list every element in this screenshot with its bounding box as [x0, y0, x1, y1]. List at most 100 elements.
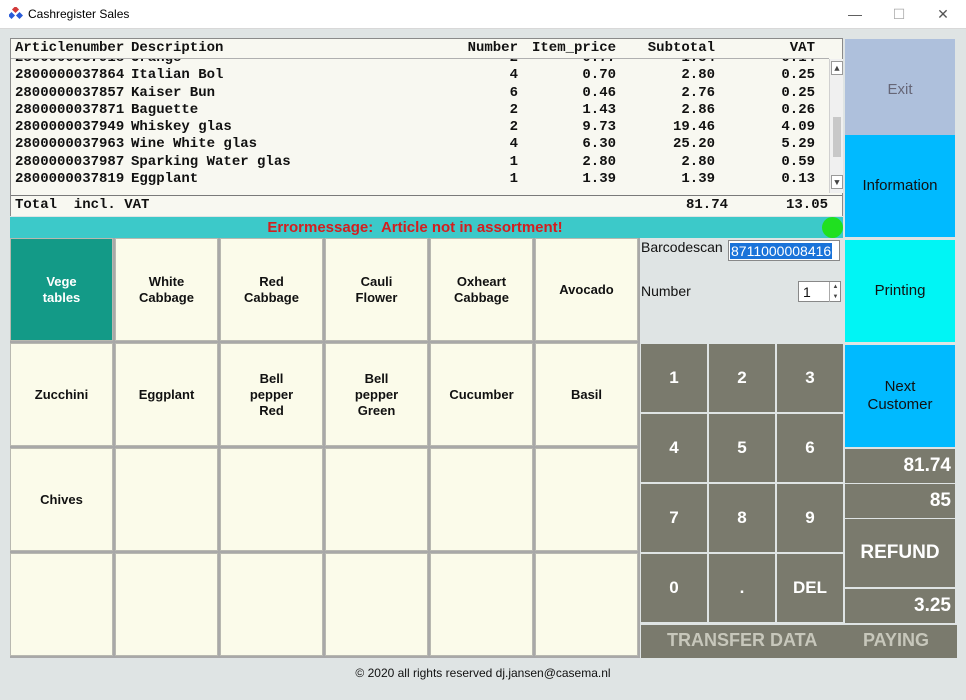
product-button[interactable]: Zucchini: [10, 343, 113, 446]
total-vat: 13.05: [785, 197, 828, 213]
receipt-cell-vat: 0.26: [781, 101, 815, 118]
receipt-row[interactable]: 2800000037918 Orange 2 0.77 1.54 0.14: [11, 59, 829, 66]
stepper-up-icon[interactable]: ▲: [829, 282, 841, 292]
product-button[interactable]: [220, 553, 323, 656]
window-title: Cashregister Sales: [28, 7, 130, 21]
product-button[interactable]: Cauli Flower: [325, 238, 428, 341]
error-bar: Errormessage: Article not in assortment!: [10, 217, 843, 238]
header-description: Description: [131, 40, 224, 56]
product-grid: Vege tables White Cabbage Red Cabbage Cauli…: [10, 238, 640, 658]
receipt-cell-number: 1: [509, 153, 518, 170]
number-label: Number: [641, 283, 691, 299]
product-button[interactable]: Eggplant: [115, 343, 218, 446]
receipt-scrollbar[interactable]: ▲ ▼: [829, 59, 843, 193]
product-button[interactable]: [535, 448, 638, 551]
product-button[interactable]: Oxheart Cabbage: [430, 238, 533, 341]
keypad-key[interactable]: 2: [709, 344, 775, 412]
receipt-cell-vat: 0.25: [781, 84, 815, 101]
product-button[interactable]: Avocado: [535, 238, 638, 341]
receipt-row[interactable]: 2800000037857 Kaiser Bun 6 0.46 2.76 0.25: [11, 84, 829, 101]
keypad-key[interactable]: 5: [709, 414, 775, 482]
keypad-key[interactable]: 0: [641, 554, 707, 622]
product-button[interactable]: [10, 553, 113, 656]
receipt-cell-number: 1: [509, 171, 518, 188]
receipt-row[interactable]: 2800000037819 Eggplant 1 1.39 1.39 0.13: [11, 170, 829, 187]
product-button[interactable]: Basil: [535, 343, 638, 446]
receipt-cell-description: Baguette: [131, 101, 199, 118]
receipt-cell-article: 2800000037871: [15, 101, 125, 118]
keypad-key[interactable]: 8: [709, 484, 775, 552]
keypad-key[interactable]: 4: [641, 414, 707, 482]
receipt-cell-vat: 0.13: [781, 171, 815, 188]
product-button[interactable]: Red Cabbage: [220, 238, 323, 341]
receipt-row[interactable]: 2800000037963 Wine White glas 4 6.30 25.20 5.…: [11, 135, 829, 152]
product-button[interactable]: [430, 553, 533, 656]
transfer-data-button[interactable]: TRANSFER DATA: [667, 630, 817, 651]
product-button[interactable]: Vege tables: [10, 238, 113, 341]
keypad-key[interactable]: DEL: [777, 554, 843, 622]
product-button[interactable]: Bell pepper Red: [220, 343, 323, 446]
receipt-cell-price: 1.43: [582, 101, 616, 118]
receipt-cell-number: 4: [509, 67, 518, 84]
product-button[interactable]: [325, 448, 428, 551]
receipt-cell-number: 4: [509, 136, 518, 153]
scroll-thumb[interactable]: [833, 117, 841, 157]
receipt-row[interactable]: 2800000037987 Sparking Water glas 1 2.80 2.8…: [11, 153, 829, 170]
product-button[interactable]: [115, 553, 218, 656]
receipt-cell-description: Sparking Water glas: [131, 153, 291, 170]
information-button[interactable]: Information: [845, 135, 955, 237]
receipt-cell-description: Italian Bol: [131, 67, 224, 84]
product-button[interactable]: Bell pepper Green: [325, 343, 428, 446]
keypad-key[interactable]: 7: [641, 484, 707, 552]
product-button[interactable]: [115, 448, 218, 551]
receipt-row[interactable]: 2800000037871 Baguette 2 1.43 2.86 0.26: [11, 101, 829, 118]
receipt-cell-article: 2800000037819: [15, 171, 125, 188]
keypad-key[interactable]: 6: [777, 414, 843, 482]
receipt-cell-number: 6: [509, 84, 518, 101]
product-button[interactable]: White Cabbage: [115, 238, 218, 341]
receipt-cell-subtotal: 25.20: [672, 136, 715, 153]
product-button[interactable]: [430, 448, 533, 551]
close-icon[interactable]: ✕: [928, 4, 958, 24]
receipt-cell-subtotal: 2.76: [681, 84, 715, 101]
minimize-icon[interactable]: —: [840, 4, 870, 24]
header-vat: VAT: [789, 40, 815, 56]
receipt-cell-price: 0.77: [582, 59, 616, 66]
barcodescan-input[interactable]: 8711000008416: [728, 240, 840, 261]
product-button[interactable]: [325, 553, 428, 656]
maximize-icon[interactable]: ☐: [884, 4, 914, 24]
refund-button[interactable]: REFUND: [845, 519, 955, 587]
printing-button[interactable]: Printing: [845, 240, 955, 342]
stepper-down-icon[interactable]: ▼: [829, 292, 841, 302]
receipt-cell-price: 9.73: [582, 119, 616, 136]
total-due-display: 81.74: [845, 449, 955, 483]
change-display: 3.25: [845, 589, 955, 623]
keypad-key[interactable]: 1: [641, 344, 707, 412]
receipt-row[interactable]: 2800000037864 Italian Bol 4 0.70 2.80 0.25: [11, 66, 829, 83]
receipt-list[interactable]: Articlenumber Description Number Item_pr…: [10, 38, 843, 216]
product-button[interactable]: [535, 553, 638, 656]
receipt-cell-article: 2800000037963: [15, 136, 125, 153]
product-button[interactable]: Chives: [10, 448, 113, 551]
keypad-key[interactable]: 9: [777, 484, 843, 552]
quantity-stepper[interactable]: 1 ▲ ▼: [798, 281, 841, 302]
header-subtotal: Subtotal: [647, 40, 715, 56]
paying-button[interactable]: PAYING: [863, 630, 929, 651]
receipt-cell-article: 2800000037949: [15, 119, 125, 136]
numeric-keypad: 1 2 3 4 5 6 7 8 9 0. DEL: [641, 344, 843, 624]
receipt-row[interactable]: 2800000037949 Whiskey glas 2 9.73 19.46 4.09: [11, 118, 829, 135]
receipt-cell-description: Whiskey glas: [131, 119, 232, 136]
exit-button[interactable]: Exit: [845, 39, 955, 141]
barcodescan-label: Barcodescan: [641, 239, 723, 255]
scroll-up-icon[interactable]: ▲: [831, 61, 843, 75]
keypad-key[interactable]: 3: [777, 344, 843, 412]
title-bar: Cashregister Sales — ☐ ✕: [0, 0, 966, 29]
product-button[interactable]: Cucumber: [430, 343, 533, 446]
keypad-key[interactable]: .: [709, 554, 775, 622]
product-button[interactable]: [220, 448, 323, 551]
receipt-cell-price: 1.39: [582, 171, 616, 188]
scroll-down-icon[interactable]: ▼: [831, 175, 843, 189]
header-item-price: Item_price: [531, 40, 616, 56]
total-label: Total incl. VAT: [15, 197, 150, 213]
next-customer-button[interactable]: Next Customer: [845, 345, 955, 447]
